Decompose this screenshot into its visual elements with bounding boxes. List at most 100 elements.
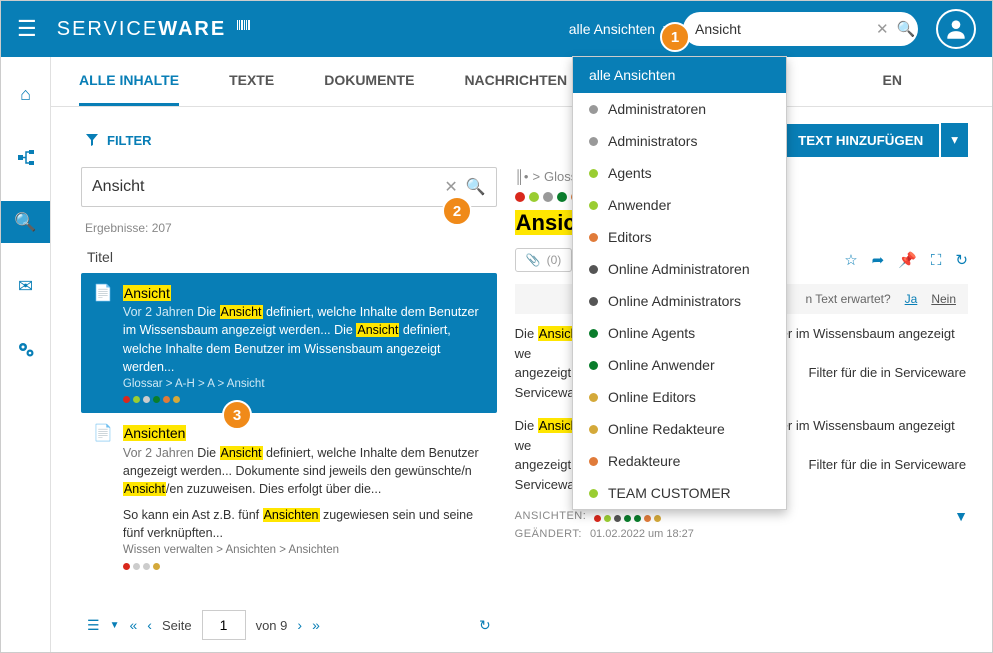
attachments-button[interactable]: 📎 (0) bbox=[515, 248, 573, 272]
view-dropdown-item[interactable]: Administratoren bbox=[573, 93, 786, 125]
view-dropdown-item[interactable]: Redakteure bbox=[573, 445, 786, 477]
left-sidebar: ⌂ 🔍 ✉ bbox=[1, 57, 51, 652]
hamburger-icon[interactable]: ☰ bbox=[17, 16, 37, 42]
view-dropdown-item-label: Online Anwender bbox=[608, 357, 715, 373]
view-dropdown-item-label: Agents bbox=[608, 165, 652, 181]
filter-input[interactable] bbox=[92, 178, 444, 196]
tab-en[interactable]: EN bbox=[883, 57, 902, 106]
view-selector[interactable]: alle Ansichten ▼ bbox=[569, 21, 671, 37]
user-avatar[interactable] bbox=[936, 9, 976, 49]
add-text-label: TEXT HINZUFÜGEN bbox=[798, 133, 923, 148]
star-icon[interactable]: ☆ bbox=[844, 251, 857, 269]
color-dot-icon bbox=[589, 297, 598, 306]
view-dropdown-item[interactable]: Online Administratoren bbox=[573, 253, 786, 285]
add-text-dropdown[interactable]: ▾ bbox=[941, 123, 968, 157]
page-prev-icon[interactable]: ‹ bbox=[147, 617, 152, 633]
color-dot-icon bbox=[589, 169, 598, 178]
sidebar-item-mail[interactable]: ✉ bbox=[1, 265, 50, 307]
content-tabs: ALLE INHALTE TEXTE DOKUMENTE NACHRICHTEN… bbox=[51, 57, 992, 107]
global-search[interactable]: ✕ 🔍 bbox=[683, 12, 918, 46]
view-dropdown-item[interactable]: Administrators bbox=[573, 125, 786, 157]
view-dropdown-item[interactable]: Online Redakteure bbox=[573, 413, 786, 445]
pin-icon[interactable]: 📌 bbox=[898, 251, 917, 269]
feedback-yes[interactable]: Ja bbox=[905, 292, 918, 306]
refresh-icon[interactable]: ↻ bbox=[955, 251, 968, 269]
result-title: Ansicht bbox=[123, 285, 171, 301]
share-icon[interactable]: ➦ bbox=[872, 251, 885, 269]
page-input[interactable] bbox=[202, 610, 246, 640]
view-dropdown-item[interactable]: Online Editors bbox=[573, 381, 786, 413]
view-dropdown-item[interactable]: Anwender bbox=[573, 189, 786, 221]
column-header-titel: Titel bbox=[87, 249, 497, 265]
feedback-no[interactable]: Nein bbox=[931, 292, 956, 306]
view-dropdown-item[interactable]: Online Agents bbox=[573, 317, 786, 349]
tab-texte[interactable]: TEXTE bbox=[229, 57, 274, 106]
page-last-icon[interactable]: » bbox=[312, 617, 320, 633]
view-selector-label: alle Ansichten bbox=[569, 21, 655, 37]
expand-icon[interactable]: ▼ bbox=[954, 508, 968, 524]
global-search-input[interactable] bbox=[695, 21, 876, 37]
color-dot-icon bbox=[589, 457, 598, 466]
brand-suffix: WARE bbox=[158, 18, 226, 40]
view-dropdown-item-label: Online Redakteure bbox=[608, 421, 725, 437]
funnel-icon bbox=[85, 133, 99, 147]
view-dropdown-item[interactable]: Online Administrators bbox=[573, 285, 786, 317]
result-dots bbox=[123, 563, 485, 570]
list-icon[interactable]: ☰ bbox=[87, 617, 100, 634]
tree-icon bbox=[17, 149, 35, 167]
view-dropdown-item[interactable]: Agents bbox=[573, 157, 786, 189]
sidebar-item-search[interactable]: 🔍 bbox=[1, 201, 50, 243]
result-dots bbox=[123, 396, 485, 403]
page-label: Seite bbox=[162, 618, 192, 633]
color-dot-icon bbox=[589, 233, 598, 242]
clear-filter-icon[interactable]: ✕ bbox=[444, 177, 457, 197]
result-path: Wissen verwalten > Ansichten > Ansichten bbox=[123, 542, 485, 559]
sidebar-item-home[interactable]: ⌂ bbox=[1, 73, 50, 115]
page-next-icon[interactable]: › bbox=[297, 617, 302, 633]
chevron-down-icon[interactable]: ▼ bbox=[110, 620, 120, 631]
result-row[interactable]: 📄 Ansicht Vor 2 Jahren Die Ansicht defin… bbox=[81, 273, 497, 413]
view-dropdown-item[interactable]: Editors bbox=[573, 221, 786, 253]
filter-label: FILTER bbox=[107, 133, 152, 148]
tab-alle-inhalte[interactable]: ALLE INHALTE bbox=[79, 57, 179, 106]
result-row[interactable]: 📄 Ansichten Vor 2 Jahren Die Ansicht def… bbox=[81, 413, 497, 580]
view-dropdown-item[interactable]: TEAM CUSTOMER bbox=[573, 477, 786, 509]
view-dropdown-item-label: Online Administrators bbox=[608, 293, 741, 309]
search-icon[interactable]: 🔍 bbox=[897, 20, 916, 38]
callout-badge-1: 1 bbox=[660, 22, 690, 52]
add-text-button[interactable]: TEXT HINZUFÜGEN bbox=[760, 124, 939, 157]
sidebar-item-tree[interactable] bbox=[1, 137, 50, 179]
filter-input-box[interactable]: ✕ 🔍 bbox=[81, 167, 497, 207]
color-dot-icon bbox=[589, 489, 598, 498]
tab-nachrichten[interactable]: NACHRICHTEN bbox=[464, 57, 567, 106]
refresh-icon[interactable]: ↻ bbox=[479, 617, 491, 634]
view-dropdown-header[interactable]: alle Ansichten bbox=[573, 57, 786, 93]
document-icon: 📄 bbox=[93, 283, 113, 403]
brand-logo: SERVICEWARE bbox=[57, 18, 252, 41]
tab-dokumente[interactable]: DOKUMENTE bbox=[324, 57, 414, 106]
view-dropdown-item[interactable]: Online Anwender bbox=[573, 349, 786, 381]
page-of: von 9 bbox=[256, 618, 288, 633]
sidebar-item-settings[interactable] bbox=[1, 329, 50, 371]
view-dropdown[interactable]: alle Ansichten Administratoren Administra… bbox=[572, 56, 787, 510]
color-dot-icon bbox=[589, 361, 598, 370]
meta-ansichten: ANSICHTEN: ▼ bbox=[515, 508, 968, 524]
color-dot-icon bbox=[589, 137, 598, 146]
result-age: Vor 2 Jahren bbox=[123, 446, 194, 460]
view-dropdown-item-label: Redakteure bbox=[608, 453, 680, 469]
color-dot-icon bbox=[589, 393, 598, 402]
fullscreen-icon[interactable]: ⛶ bbox=[931, 252, 942, 269]
filter-button[interactable]: FILTER bbox=[85, 133, 152, 148]
result-path: Glossar > A-H > A > Ansicht bbox=[123, 376, 485, 393]
results-count: Ergebnisse: 207 bbox=[85, 221, 497, 235]
view-dropdown-item-label: Administrators bbox=[608, 133, 697, 149]
clear-icon[interactable]: ✕ bbox=[876, 20, 889, 38]
callout-badge-2: 2 bbox=[442, 196, 472, 226]
view-dropdown-item-label: Anwender bbox=[608, 197, 671, 213]
tree-nav-icon[interactable]: ║• bbox=[515, 169, 529, 184]
filter-search-icon[interactable]: 🔍 bbox=[466, 177, 486, 197]
feedback-question: n Text erwartet? bbox=[805, 292, 890, 306]
page-first-icon[interactable]: « bbox=[129, 617, 137, 633]
result-age: Vor 2 Jahren bbox=[123, 305, 194, 319]
color-dot-icon bbox=[589, 201, 598, 210]
